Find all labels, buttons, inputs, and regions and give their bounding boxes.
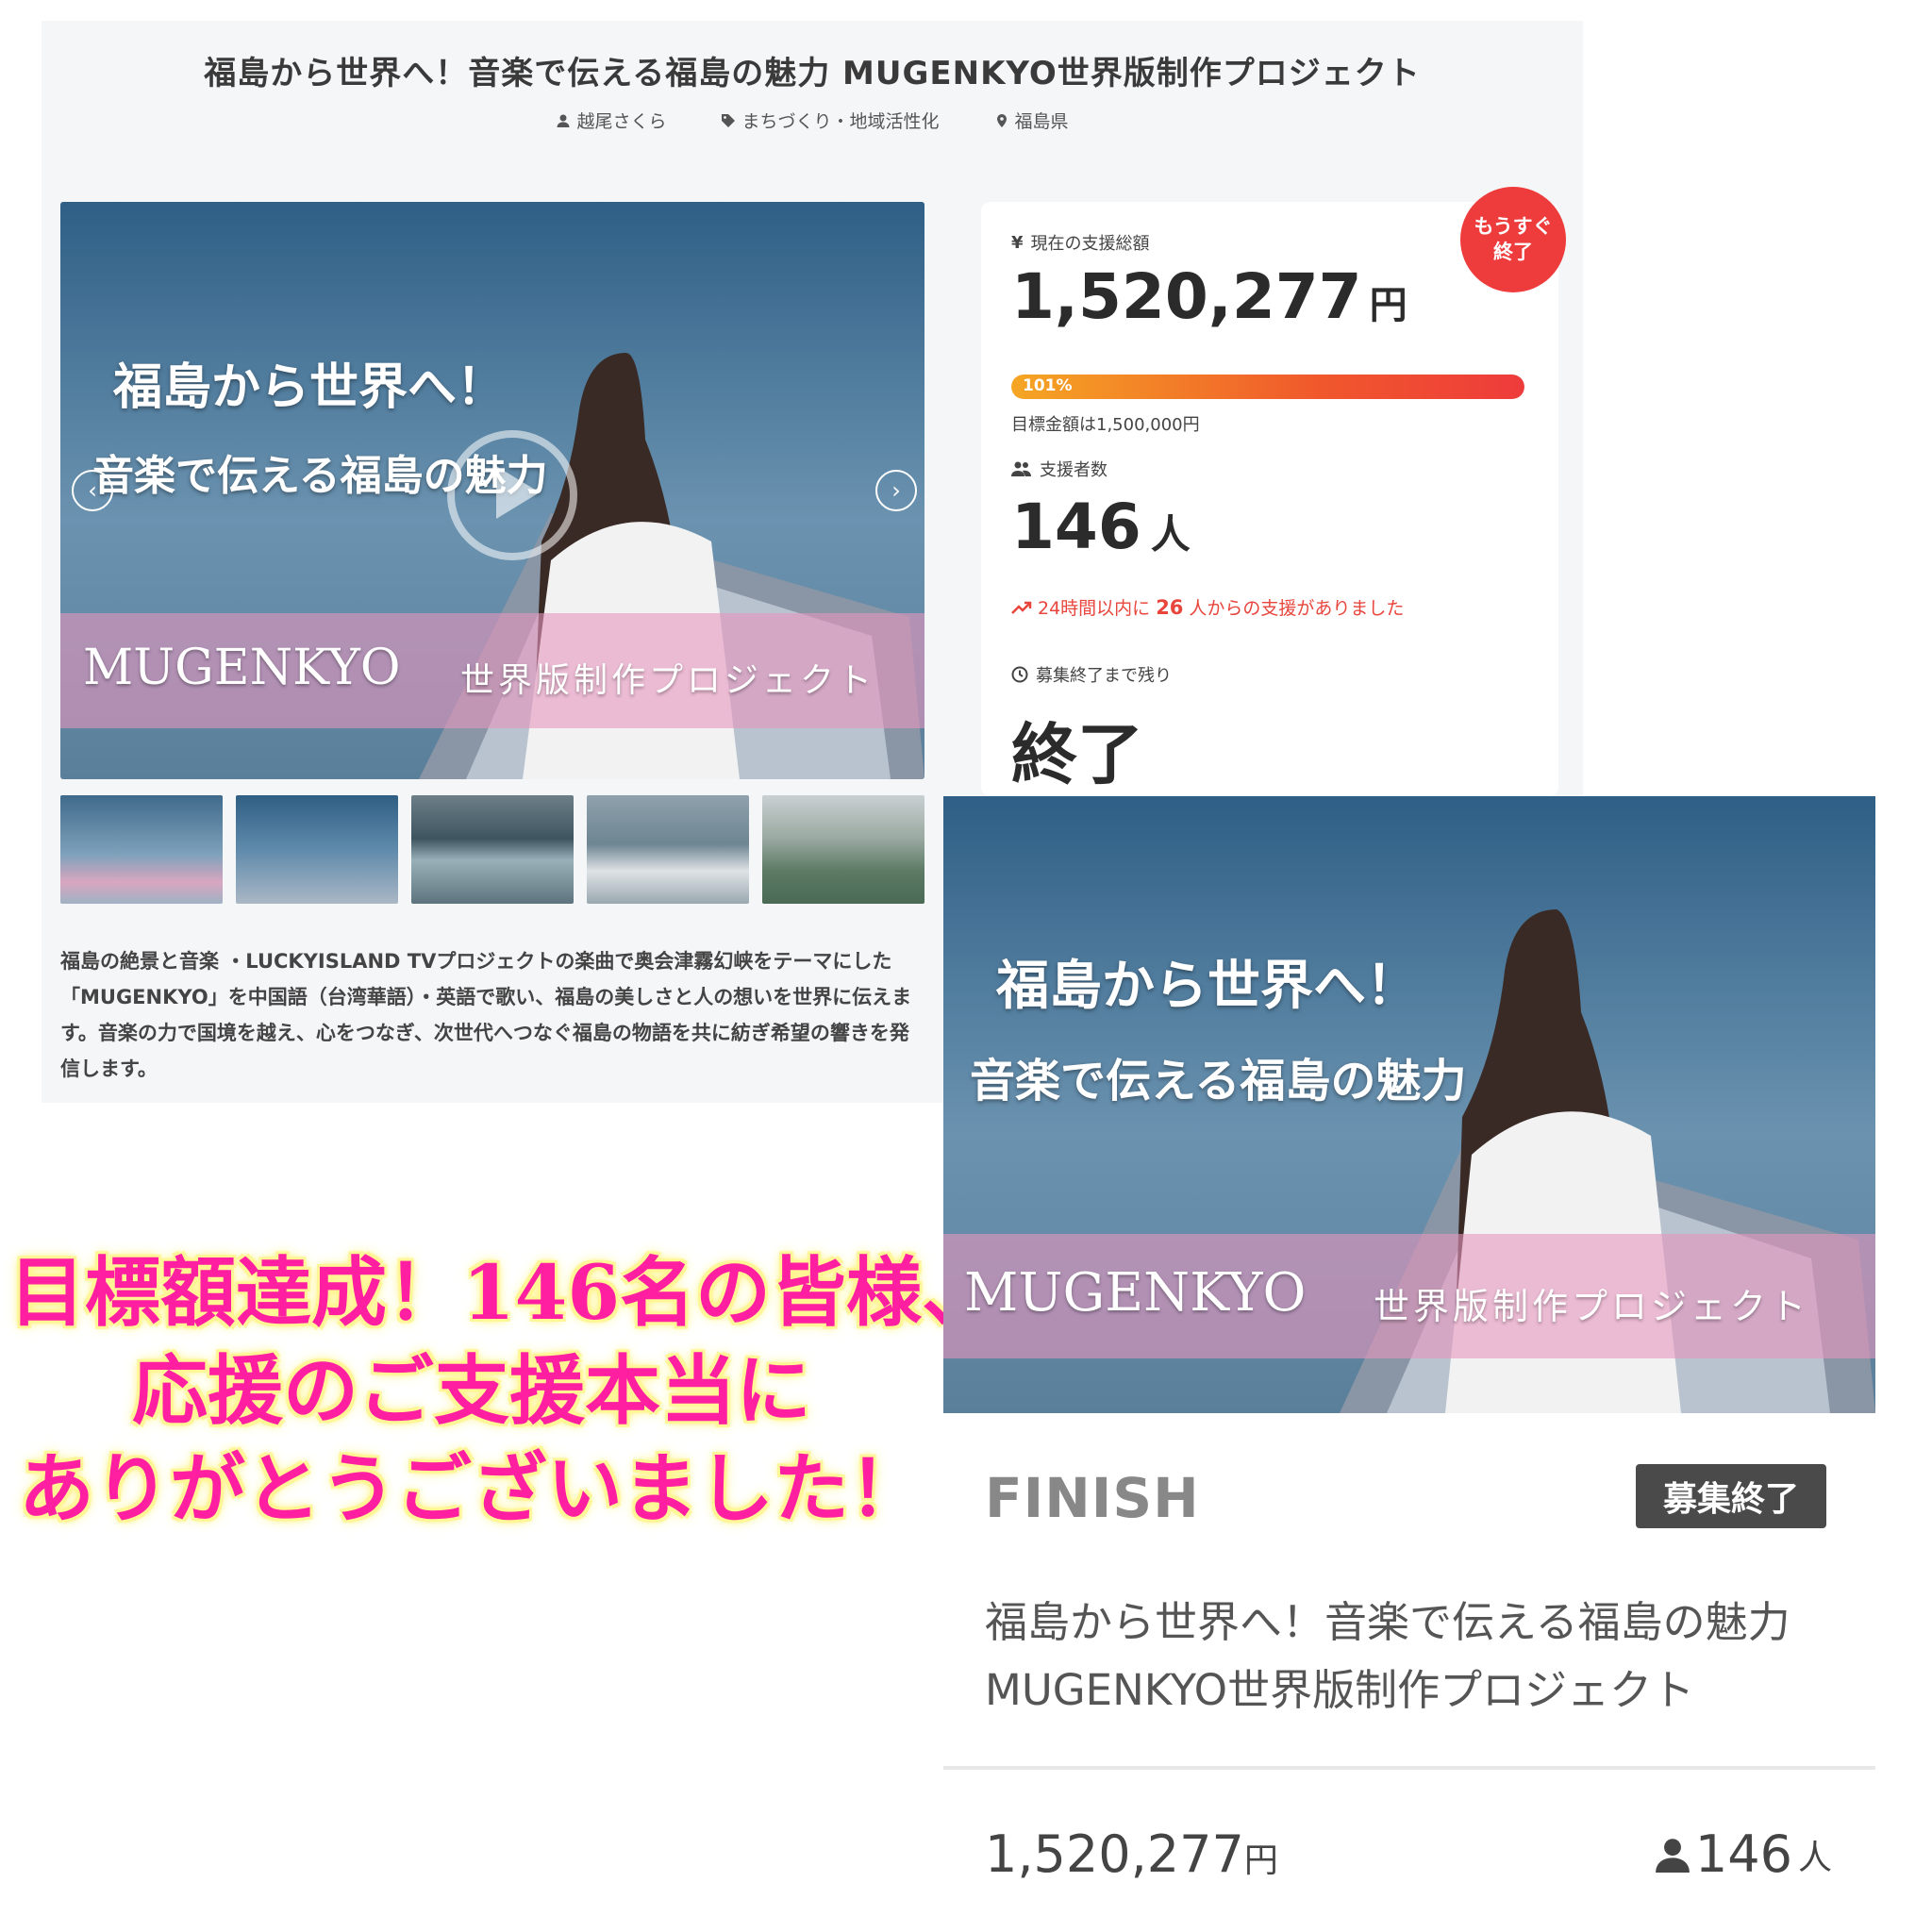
project-description: 福島の絶景と音楽 ・LUCKYISLAND TVプロジェクトの楽曲で奥会津霧幻峡… [60,950,912,1080]
finished-amount: 1,520,277円 [985,1824,1278,1884]
trending-up-icon [1011,601,1032,614]
divider [943,1766,1875,1770]
project-meta: 越尾さくら まちづくり・地域活性化 福島県 [42,108,1583,133]
goal-text: 目標金額は1,500,000円 [1011,415,1200,435]
thumbnail-2[interactable] [236,795,398,904]
thanks-line-1: 目標額達成！146名の皆様、 [9,1248,997,1337]
finished-project-card[interactable]: 福島から世界へ！ 音楽で伝える福島の魅力 MUGENKYO 世界版制作プロジェク… [943,796,1875,1932]
hero-video[interactable]: 福島から世界へ！ 音楽で伝える福島の魅力 MUGENKYO 世界版制作プロジェク… [60,202,924,779]
tag-icon [722,113,736,127]
category-link[interactable]: まちづくり・地域活性化 [721,108,940,133]
finished-headline-2: 音楽で伝える福島の魅力 [970,1055,1467,1108]
finished-headline-1: 福島から世界へ！ [996,955,1419,1017]
author-link[interactable]: 越尾さくら [556,108,666,133]
finished-hero: 福島から世界へ！ 音楽で伝える福島の魅力 MUGENKYO 世界版制作プロジェク… [943,796,1875,1413]
remaining-value: 終了 [1011,716,1143,793]
thumbnail-3[interactable] [411,795,574,904]
supporter-count: 146 人 [1011,491,1191,563]
thanks-line-2: 応援のご支援本当に [132,1346,811,1435]
category-name: まちづくり・地域活性化 [741,111,940,132]
project-title: 福島から世界へ！音楽で伝える福島の魅力 MUGENKYO世界版制作プロジェクト [204,55,1421,92]
finished-title: 福島から世界へ！音楽で伝える福島の魅力 MUGENKYO世界版制作プロジェクト [985,1597,1790,1715]
amount-label: ¥ 現在の支援総額 [1011,232,1150,255]
author-name: 越尾さくら [576,111,667,132]
yen-icon: ¥ [1011,232,1024,253]
thumbnail-strip [60,795,924,904]
hero-band-jp: 世界版制作プロジェクト [460,661,876,700]
trend-notice: 24時間以内に 26 人からの支援がありました [1011,594,1404,620]
supporters-label: 支援者数 [1011,457,1108,481]
chevron-left-icon[interactable]: ‹ [72,470,113,511]
users-icon [1011,461,1031,476]
progress-fill [1011,375,1524,399]
location-link[interactable]: 福島県 [994,108,1069,133]
hero-headline-1: 福島から世界へ！ [113,358,507,416]
thumbnail-4[interactable] [587,795,749,904]
finished-supporters: 146 人 [1656,1824,1832,1884]
finished-band-jp: 世界版制作プロジェクト [1374,1286,1810,1327]
stats-panel: ¥ 現在の支援総額 1,520,277 円 101% 目標金額は1,500,000… [981,202,1558,796]
user-icon [557,114,570,127]
location-name: 福島県 [1014,111,1069,132]
ending-soon-badge: もうすぐ 終了 [1460,187,1566,292]
map-pin-icon [996,113,1007,127]
thanks-message: 目標額達成！146名の皆様、 応援のご支援本当に ありがとうございました！ [9,1243,997,1538]
thumbnail-5[interactable] [762,795,924,904]
play-icon[interactable] [447,430,577,560]
finished-band-latin: MUGENKYO [964,1262,1307,1324]
chevron-right-icon[interactable]: › [875,470,917,511]
progress-label: 101% [1023,376,1073,395]
remaining-label: 募集終了まで残り [1011,662,1172,687]
user-icon [1656,1838,1690,1873]
progress-bar: 101% [1011,375,1524,399]
closed-badge: 募集終了 [1636,1464,1826,1528]
finish-status: FINISH [985,1466,1200,1530]
thumbnail-1[interactable] [60,795,223,904]
total-amount: 1,520,277 円 [1011,260,1407,333]
hero-band-latin: MUGENKYO [83,640,401,696]
clock-icon [1011,666,1028,683]
thanks-line-3: ありがとうございました！ [19,1444,924,1533]
